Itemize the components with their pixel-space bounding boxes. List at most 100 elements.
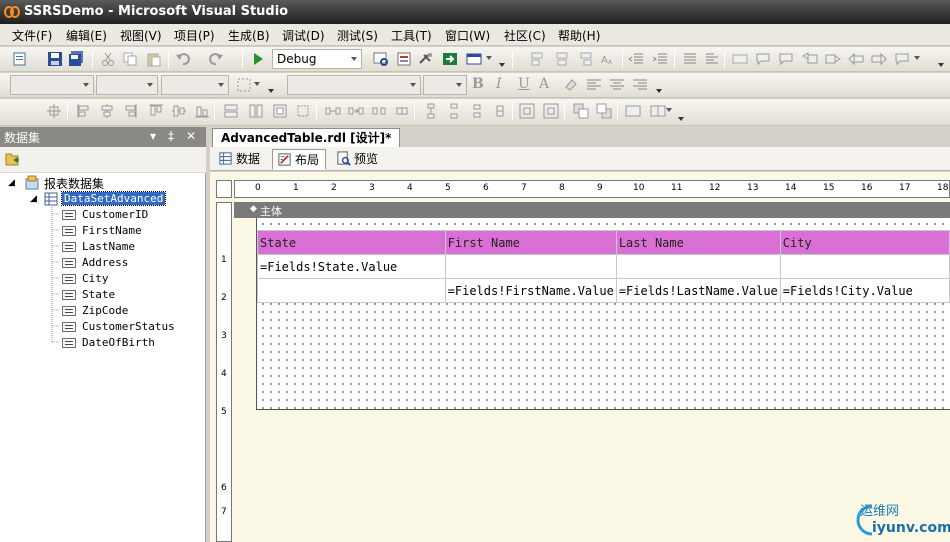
send-to-back-icon[interactable] xyxy=(596,103,612,119)
find-in-files-icon[interactable] xyxy=(373,51,389,67)
table-cell[interactable] xyxy=(444,254,617,279)
indent-increase-icon[interactable] xyxy=(652,51,668,67)
align-lefts-icon[interactable] xyxy=(530,51,546,67)
tab-preview[interactable]: 预览 xyxy=(332,149,384,170)
pane-menu-icon[interactable]: ▾ xyxy=(146,129,160,143)
toolbar-overflow-icon[interactable] xyxy=(267,77,276,97)
save-icon[interactable] xyxy=(47,51,63,67)
toolbar-overflow-icon[interactable] xyxy=(677,105,686,125)
text-size-icon[interactable]: AA xyxy=(600,51,616,67)
tab-data[interactable]: 数据 xyxy=(214,149,266,170)
make-same-size-icon[interactable] xyxy=(272,103,288,119)
align-left-icon[interactable] xyxy=(586,77,602,93)
menu-debug[interactable]: 调试(D) xyxy=(282,27,325,44)
layout-align-centers-icon[interactable] xyxy=(99,103,115,119)
command-dropdown[interactable] xyxy=(484,49,496,69)
horizontal-spacing-remove-icon[interactable] xyxy=(394,103,410,119)
vertical-spacing-remove-icon[interactable] xyxy=(492,103,508,119)
close-icon[interactable]: ✕ xyxy=(184,129,198,143)
redo-icon[interactable] xyxy=(208,51,224,67)
add-dataset-icon[interactable] xyxy=(4,151,20,167)
bookmark-prev-folder-icon[interactable] xyxy=(802,51,818,67)
align-to-grid-icon[interactable] xyxy=(46,103,62,119)
indent-decrease-icon[interactable] xyxy=(628,51,644,67)
align-center-icon[interactable] xyxy=(609,77,625,93)
bring-to-front-icon[interactable] xyxy=(573,103,589,119)
style-select[interactable] xyxy=(10,75,94,95)
table-header-cell[interactable]: City xyxy=(779,230,950,255)
toolbar-overflow-icon[interactable] xyxy=(655,77,664,97)
table-cell[interactable]: =Fields!FirstName.Value xyxy=(444,278,617,303)
horizontal-spacing-decrease-icon[interactable] xyxy=(371,103,387,119)
menu-edit[interactable]: 编辑(E) xyxy=(66,27,107,44)
solution-config-select[interactable]: Debug xyxy=(272,49,362,69)
size-to-grid-icon[interactable] xyxy=(295,103,311,119)
tree-collapse-icon[interactable]: ◢ xyxy=(8,178,15,188)
menu-help[interactable]: 帮助(H) xyxy=(558,27,600,44)
bookmark-dropdown[interactable] xyxy=(912,49,924,69)
vertical-spacing-equal-icon[interactable] xyxy=(423,103,439,119)
command-window-icon[interactable] xyxy=(466,51,482,67)
toolbar-overflow-icon[interactable] xyxy=(498,51,507,71)
layout-dropdown[interactable] xyxy=(664,101,676,121)
bookmark-next-doc-icon[interactable] xyxy=(871,51,887,67)
table-cell[interactable]: =Fields!State.Value xyxy=(257,254,446,279)
add-new-item-icon[interactable] xyxy=(12,51,28,67)
document-tab-advancedtable[interactable]: AdvancedTable.rdl [设计]* xyxy=(212,128,401,147)
font-family-select[interactable] xyxy=(96,75,158,95)
paste-icon[interactable] xyxy=(146,51,162,67)
table-cell[interactable] xyxy=(257,278,446,303)
table-cell[interactable] xyxy=(779,254,950,279)
tree-root-report-datasets[interactable]: ◢ 报表数据集 xyxy=(8,175,198,191)
cut-icon[interactable] xyxy=(100,51,116,67)
align-tops-icon[interactable] xyxy=(148,103,164,119)
font-point-select[interactable] xyxy=(423,75,467,95)
table-header-cell[interactable]: State xyxy=(257,230,446,255)
align-bottoms-icon[interactable] xyxy=(194,103,210,119)
report-table[interactable]: State First Name Last Name City =Fields!… xyxy=(257,230,950,303)
align-centers-icon[interactable] xyxy=(554,51,570,67)
borders-dropdown[interactable] xyxy=(252,75,264,95)
comment-lines-icon[interactable] xyxy=(682,51,698,67)
merge-cells-icon[interactable] xyxy=(625,103,641,119)
align-rights-icon[interactable] xyxy=(577,51,593,67)
layout-align-lefts-icon[interactable] xyxy=(76,103,92,119)
menu-window[interactable]: 窗口(W) xyxy=(445,27,490,44)
clear-bookmarks-icon[interactable] xyxy=(894,51,910,67)
center-vertically-icon[interactable] xyxy=(543,103,559,119)
font-color-button[interactable]: A xyxy=(539,76,549,92)
bookmark-next-folder-icon[interactable] xyxy=(825,51,841,67)
tree-dataset-node[interactable]: ◢ DataSetAdvanced xyxy=(30,191,200,207)
bold-button[interactable]: B xyxy=(472,76,484,92)
menu-test[interactable]: 测试(S) xyxy=(337,27,378,44)
report-body-area[interactable]: State First Name Last Name City =Fields!… xyxy=(256,218,950,410)
save-all-icon[interactable] xyxy=(68,51,84,67)
bookmark-toggle-icon[interactable] xyxy=(732,51,748,67)
font-name-select[interactable] xyxy=(287,75,421,95)
toolbar-overflow-icon[interactable] xyxy=(937,51,946,71)
align-middles-icon[interactable] xyxy=(171,103,187,119)
table-cell[interactable] xyxy=(615,254,781,279)
pin-icon[interactable]: ‡ xyxy=(164,129,178,143)
report-body-band[interactable]: ◆ 主体 xyxy=(234,202,950,218)
fill-color-icon[interactable] xyxy=(563,77,579,93)
table-group-row[interactable]: =Fields!State.Value xyxy=(257,254,950,279)
horizontal-spacing-equal-icon[interactable] xyxy=(325,103,341,119)
table-header-cell[interactable]: Last Name xyxy=(615,230,781,255)
table-header-row[interactable]: State First Name Last Name City xyxy=(257,230,950,255)
object-browser-icon[interactable] xyxy=(442,51,458,67)
menu-file[interactable]: 文件(F) xyxy=(12,27,52,44)
table-detail-row[interactable]: =Fields!FirstName.Value =Fields!LastName… xyxy=(257,278,950,303)
bookmark-next-icon[interactable] xyxy=(778,51,794,67)
start-debug-icon[interactable] xyxy=(250,51,266,67)
tree-collapse-icon[interactable]: ◢ xyxy=(30,194,37,204)
table-cell[interactable]: =Fields!City.Value xyxy=(779,278,950,303)
menu-view[interactable]: 视图(V) xyxy=(120,27,162,44)
menu-community[interactable]: 社区(C) xyxy=(504,27,546,44)
tab-layout[interactable]: 布局 xyxy=(272,149,327,170)
menu-build[interactable]: 生成(B) xyxy=(228,27,270,44)
make-same-width-icon[interactable] xyxy=(223,103,239,119)
horizontal-spacing-increase-icon[interactable] xyxy=(348,103,364,119)
font-size-select[interactable] xyxy=(161,75,229,95)
align-right-icon[interactable] xyxy=(632,77,648,93)
